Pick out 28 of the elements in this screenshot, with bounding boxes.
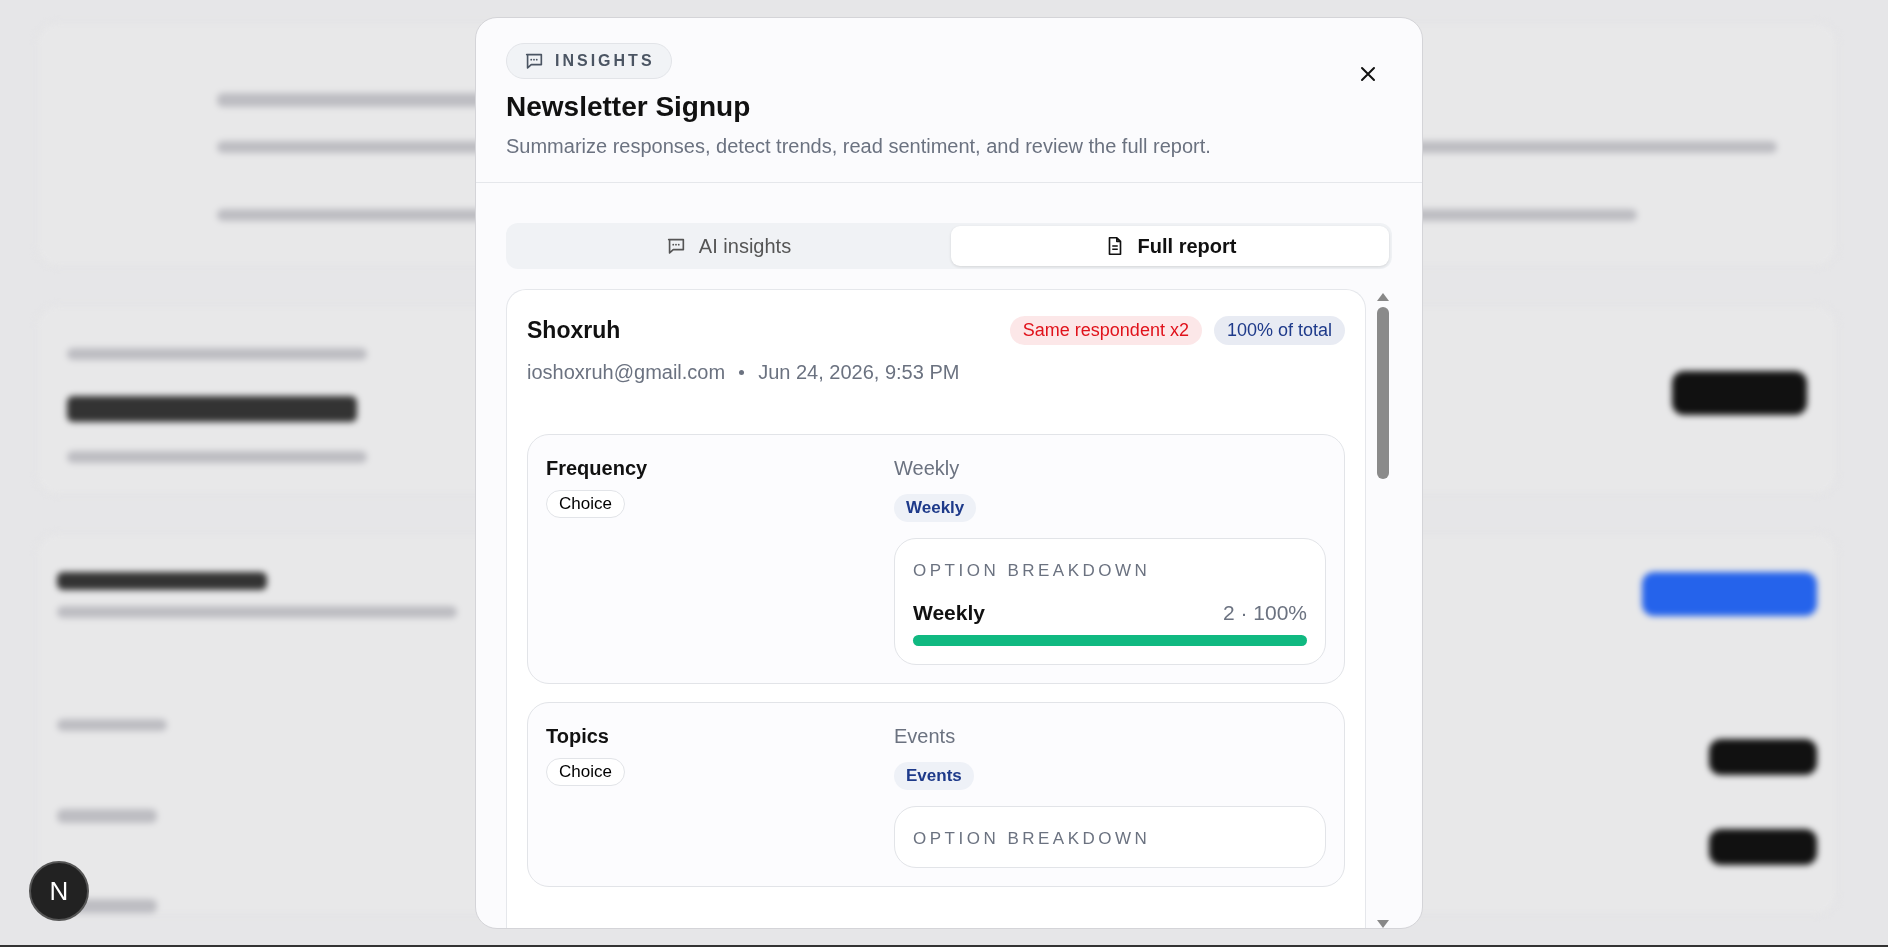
answer-text: Events [894, 725, 957, 748]
answer-chip: Events [894, 762, 974, 790]
question-type: Choice [546, 490, 625, 518]
answer-chip: Weekly [894, 494, 977, 522]
badge-label: INSIGHTS [555, 52, 655, 70]
close-icon [1358, 64, 1378, 84]
submitted-date: Jun 24, 2026, 9:53 PM [758, 361, 960, 384]
tab[interactable]: Full report [951, 226, 1389, 266]
question-label: Topics [546, 725, 610, 748]
scrollbar-thumb[interactable] [1377, 307, 1389, 479]
question-label: Frequency [546, 457, 649, 480]
tab[interactable]: AI insights [509, 226, 947, 266]
dialog-subtitle: Summarize responses, detect trends, read sentiment, and review the full report. [506, 135, 1211, 158]
option-label: Weekly [913, 601, 985, 625]
breakdown-title: OPTION BREAKDOWN [913, 561, 1152, 581]
scroll-down-icon[interactable] [1377, 920, 1389, 928]
separator-dot [739, 370, 745, 375]
dialog-title: Newsletter Signup [506, 91, 752, 123]
answer-text: Weekly [894, 457, 961, 480]
option-reading: 2 · 100% [1222, 601, 1307, 625]
question-type: Choice [546, 758, 625, 786]
dev-badge[interactable]: N [29, 861, 89, 921]
tag: 100% of total [1213, 316, 1345, 345]
respondent-name: Shoxruh [527, 317, 621, 344]
breakdown-title: OPTION BREAKDOWN [913, 829, 1152, 849]
respondent-email: ioshoxruh@gmail.com [527, 361, 726, 384]
scroll-up-icon[interactable] [1377, 293, 1389, 301]
tag: Same respondent x2 [1009, 316, 1202, 345]
